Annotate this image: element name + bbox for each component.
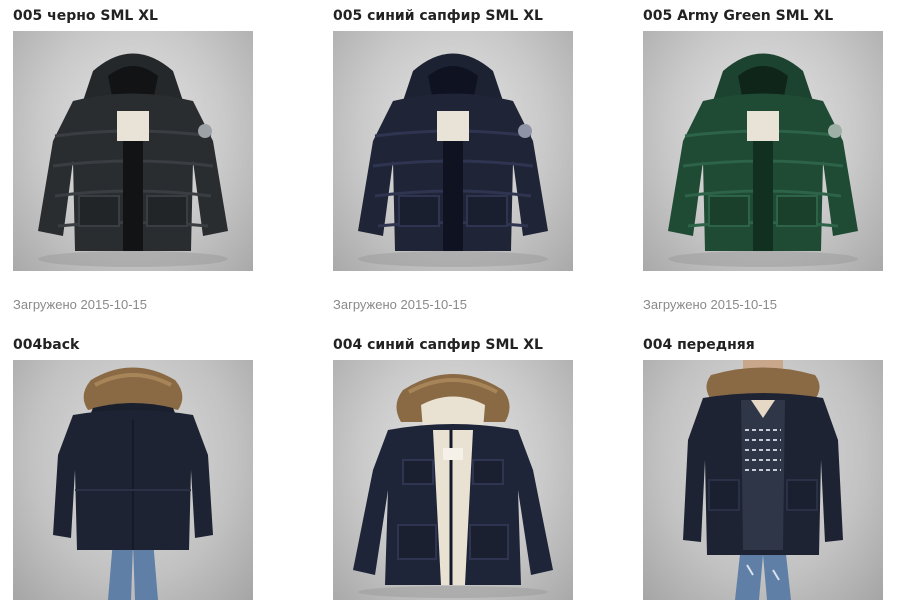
item-title[interactable]: 005 Army Green SML XL xyxy=(643,7,833,25)
upload-date: Загружено 2015-10-15 xyxy=(13,297,147,312)
product-image-navy-down-jacket[interactable] xyxy=(333,31,573,271)
product-image-parka-back-view[interactable] xyxy=(13,360,253,600)
puffer-jacket-illustration xyxy=(668,53,858,267)
upload-date: Загружено 2015-10-15 xyxy=(333,297,467,312)
product-image-army-green-down-jacket[interactable] xyxy=(643,31,883,271)
item-title[interactable]: 004 синий сапфир SML XL xyxy=(333,336,543,354)
product-image-parka-front-model[interactable] xyxy=(643,360,883,600)
parka-back-illustration xyxy=(53,367,213,600)
puffer-jacket-illustration xyxy=(38,53,228,267)
puffer-jacket-illustration xyxy=(358,53,548,267)
product-image-parka-flat[interactable] xyxy=(333,360,573,600)
parka-flat-illustration xyxy=(353,374,553,598)
item-title[interactable]: 005 синий сапфир SML XL xyxy=(333,7,543,25)
item-title[interactable]: 005 черно SML XL xyxy=(13,7,158,25)
parka-front-model-illustration xyxy=(683,360,843,600)
product-image-black-down-jacket[interactable] xyxy=(13,31,253,271)
upload-date: Загружено 2015-10-15 xyxy=(643,297,777,312)
item-title[interactable]: 004back xyxy=(13,336,79,354)
item-title[interactable]: 004 передняя xyxy=(643,336,755,354)
